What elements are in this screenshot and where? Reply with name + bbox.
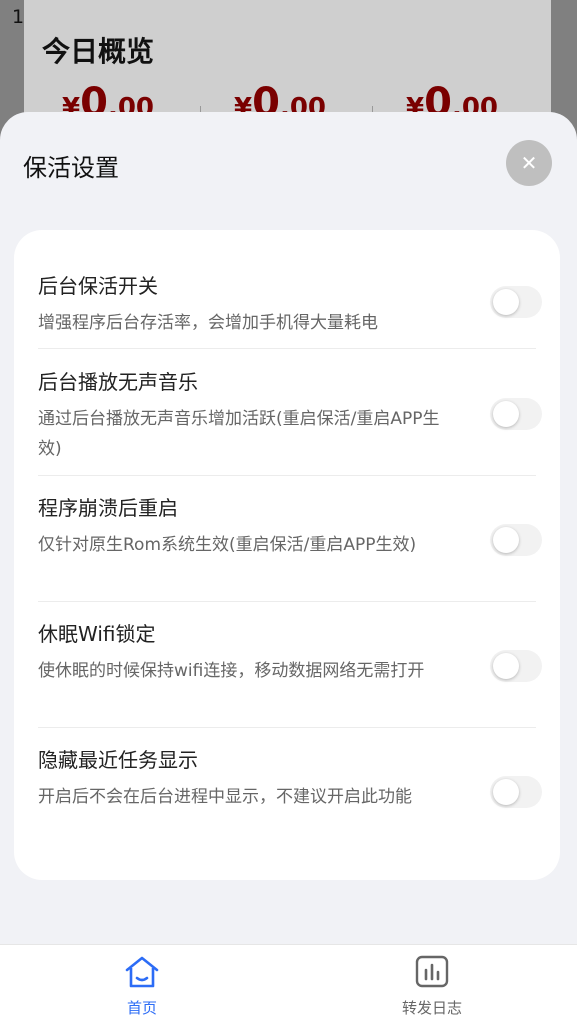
divider <box>38 348 536 349</box>
nav-item-forward-log[interactable]: 转发日志 <box>362 955 502 1018</box>
setting-description: 使休眠的时候保持wifi连接，移动数据网络无需打开 <box>38 661 425 681</box>
nav-label: 首页 <box>126 999 157 1017</box>
sheet-title: 保活设置 <box>23 154 119 182</box>
divider <box>38 727 536 728</box>
divider <box>38 475 536 476</box>
keep-alive-toggle[interactable] <box>490 286 542 318</box>
setting-title: 后台播放无声音乐 <box>38 370 198 394</box>
nav-item-home[interactable]: 首页 <box>72 955 212 1018</box>
crash-restart-toggle[interactable] <box>490 524 542 556</box>
silent-music-toggle[interactable] <box>490 398 542 430</box>
wifi-lock-toggle[interactable] <box>490 650 542 682</box>
setting-description: 通过后台播放无声音乐增加活跃(重启保活/重启APP生效) <box>38 409 440 459</box>
setting-title: 程序崩溃后重启 <box>38 496 178 520</box>
setting-title: 后台保活开关 <box>38 274 158 298</box>
setting-title: 休眠Wifi锁定 <box>38 622 156 646</box>
overview-title: 今日概览 <box>42 35 155 68</box>
close-button[interactable]: ✕ <box>506 140 552 186</box>
keep-alive-sheet: 保活设置 ✕ 后台保活开关 增强程序后台存活率，会增加手机得大量耗电 后台播放无… <box>0 112 577 1024</box>
chart-icon <box>415 955 449 988</box>
setting-description: 仅针对原生Rom系统生效(重启保活/重启APP生效) <box>38 535 417 555</box>
home-icon <box>125 956 159 988</box>
divider <box>38 601 536 602</box>
bottom-nav: 首页 转发日志 <box>0 944 577 1025</box>
close-icon: ✕ <box>520 151 538 175</box>
settings-card: 后台保活开关 增强程序后台存活率，会增加手机得大量耗电 后台播放无声音乐 通过后… <box>14 230 560 880</box>
nav-label: 转发日志 <box>401 999 462 1017</box>
setting-description: 增强程序后台存活率，会增加手机得大量耗电 <box>38 313 378 333</box>
setting-description: 开启后不会在后台进程中显示，不建议开启此功能 <box>38 787 412 807</box>
setting-title: 隐藏最近任务显示 <box>38 748 198 772</box>
hide-recents-toggle[interactable] <box>490 776 542 808</box>
